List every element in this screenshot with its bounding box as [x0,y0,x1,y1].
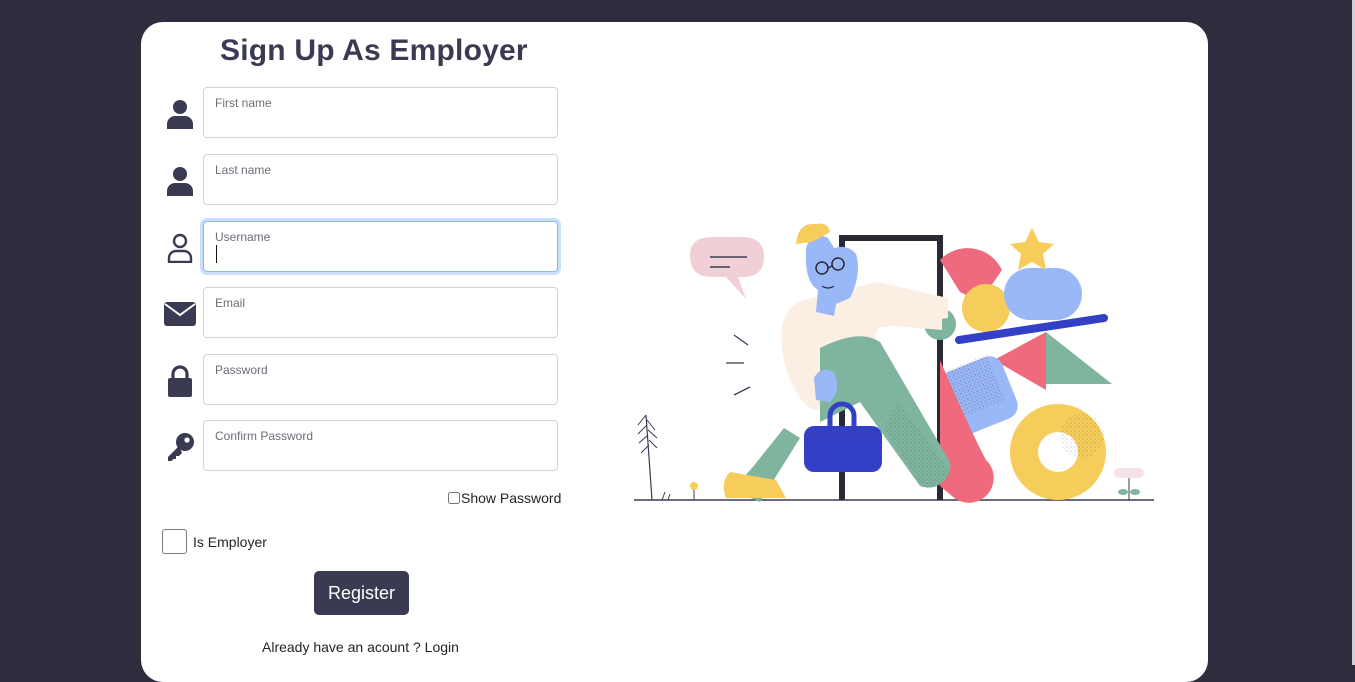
email-field[interactable]: Email [203,287,558,338]
person-outline-icon [163,221,197,274]
show-password-toggle[interactable]: Show Password [448,490,561,506]
login-prompt: Already have an acount ? Login [262,639,459,655]
username-input[interactable] [215,244,545,266]
signup-illustration [634,223,1154,503]
last-name-input[interactable] [215,177,545,199]
last-name-label: Last name [215,163,272,177]
first-name-row: First name [163,87,563,140]
confirm-password-field[interactable]: Confirm Password [203,420,558,471]
show-password-label: Show Password [461,490,562,506]
first-name-input[interactable] [215,110,545,132]
page-title: Sign Up As Employer [220,34,528,67]
register-button[interactable]: Register [314,571,409,615]
envelope-icon [163,287,197,340]
is-employer-checkbox[interactable] [162,529,187,554]
password-label: Password [215,363,268,377]
confirm-password-row: Confirm Password [163,420,563,473]
login-prompt-text: Already have an acount ? [262,639,425,655]
show-password-checkbox[interactable] [448,492,460,504]
key-icon [163,420,197,473]
person-icon [163,154,197,207]
email-input[interactable] [215,310,545,332]
first-name-label: First name [215,96,272,110]
email-label: Email [215,296,246,310]
confirm-password-label: Confirm Password [215,429,314,443]
login-link[interactable]: Login [425,639,459,655]
first-name-field[interactable]: First name [203,87,558,138]
last-name-field[interactable]: Last name [203,154,558,205]
password-row: Password [163,354,563,407]
password-field[interactable]: Password [203,354,558,405]
text-caret [216,245,217,263]
username-field[interactable]: Username [203,221,558,272]
is-employer-label: Is Employer [193,533,267,550]
person-icon [163,87,197,140]
lock-icon [163,354,197,407]
is-employer-toggle[interactable]: Is Employer [162,529,267,554]
last-name-row: Last name [163,154,563,207]
password-input[interactable] [215,377,545,399]
confirm-password-input[interactable] [215,443,545,465]
signup-card: Sign Up As Employer First name Last name… [141,22,1208,682]
username-label: Username [215,230,271,244]
email-row: Email [163,287,563,340]
username-row: Username [163,221,563,274]
